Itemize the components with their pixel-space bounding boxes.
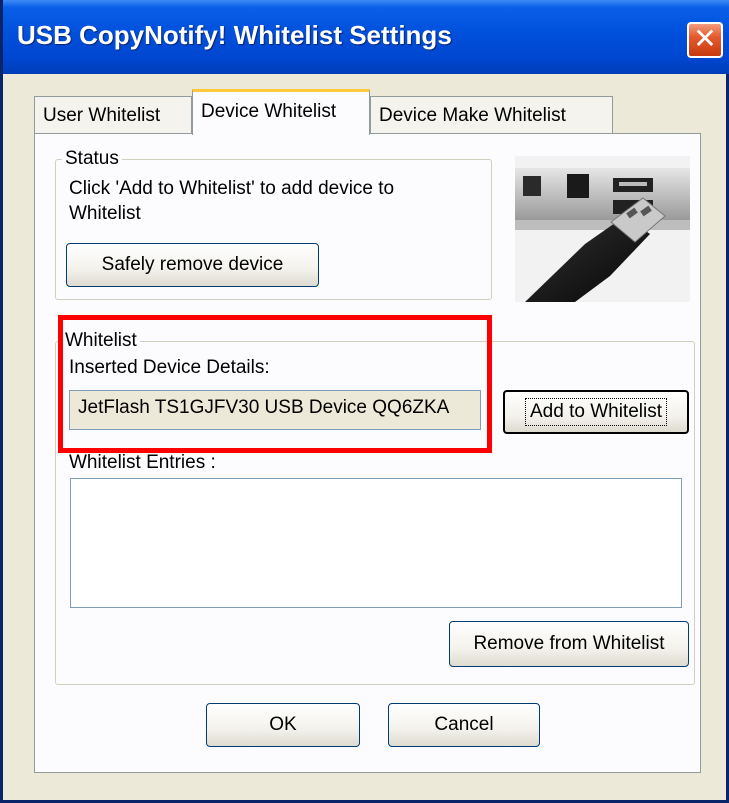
window-title: USB CopyNotify! Whitelist Settings [17, 20, 452, 50]
ok-label: OK [269, 714, 297, 735]
whitelist-entries-list[interactable] [70, 478, 682, 608]
ok-button[interactable]: OK [206, 703, 360, 747]
add-to-whitelist-label: Add to Whitelist [525, 398, 667, 426]
inserted-device-field[interactable]: JetFlash TS1GJFV30 USB Device QQ6ZKA [69, 390, 481, 430]
safely-remove-device-button[interactable]: Safely remove device [66, 243, 319, 287]
cancel-label: Cancel [434, 714, 494, 735]
whitelist-legend: Whitelist [65, 330, 137, 351]
tab-device-whitelist[interactable]: Device Whitelist [192, 89, 370, 135]
tab-device-make-whitelist[interactable]: Device Make Whitelist [370, 96, 613, 134]
close-button[interactable]: ✕ [687, 22, 723, 58]
tab-label: Device Make Whitelist [379, 105, 566, 126]
tab-user-whitelist[interactable]: User Whitelist [34, 96, 192, 134]
inserted-device-label: Inserted Device Details: [69, 357, 270, 378]
title-bar[interactable]: USB CopyNotify! Whitelist Settings ✕ [3, 0, 729, 74]
tab-label: User Whitelist [43, 105, 161, 126]
status-legend: Status [65, 148, 119, 169]
whitelist-entries-label: Whitelist Entries : [69, 452, 216, 473]
tab-label: Device Whitelist [201, 101, 337, 122]
usb-port-image [515, 156, 690, 302]
status-message-line2: Whitelist [69, 203, 141, 224]
close-icon: ✕ [693, 23, 717, 54]
remove-from-whitelist-button[interactable]: Remove from Whitelist [449, 621, 689, 667]
add-to-whitelist-button[interactable]: Add to Whitelist [503, 390, 689, 434]
remove-from-whitelist-label: Remove from Whitelist [473, 633, 665, 654]
safely-remove-label: Safely remove device [101, 254, 284, 275]
status-message-line1: Click 'Add to Whitelist' to add device t… [69, 178, 395, 199]
cancel-button[interactable]: Cancel [388, 703, 540, 747]
